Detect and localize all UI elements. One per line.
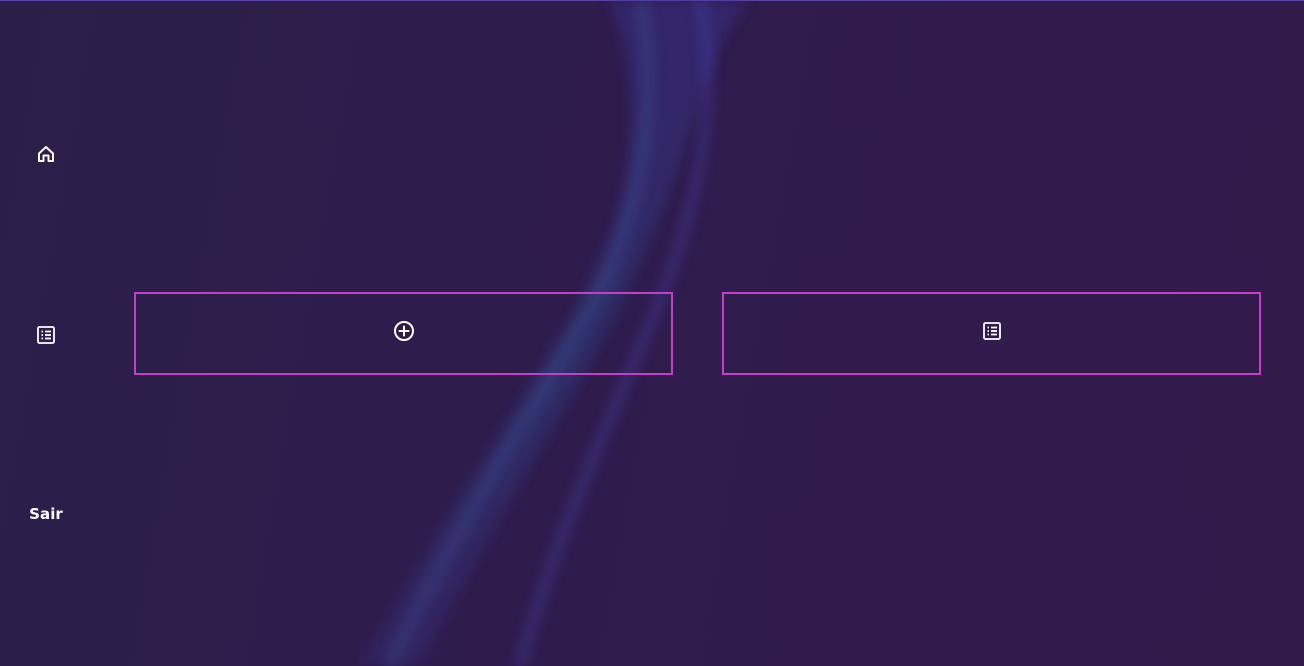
- sidebar-item-exit[interactable]: Sair: [0, 502, 92, 526]
- top-border: [0, 0, 1304, 1]
- sidebar-item-list[interactable]: [0, 323, 92, 347]
- plus-circle-icon: [393, 320, 415, 342]
- home-icon: [36, 144, 56, 164]
- app-page: Sair: [0, 0, 1304, 666]
- list-button[interactable]: [722, 292, 1261, 375]
- list-icon: [36, 325, 56, 345]
- exit-label: Sair: [29, 505, 63, 523]
- list-icon: [982, 321, 1002, 341]
- sidebar-item-home[interactable]: [0, 142, 92, 166]
- add-button[interactable]: [134, 292, 673, 375]
- sidebar: Sair: [0, 0, 92, 666]
